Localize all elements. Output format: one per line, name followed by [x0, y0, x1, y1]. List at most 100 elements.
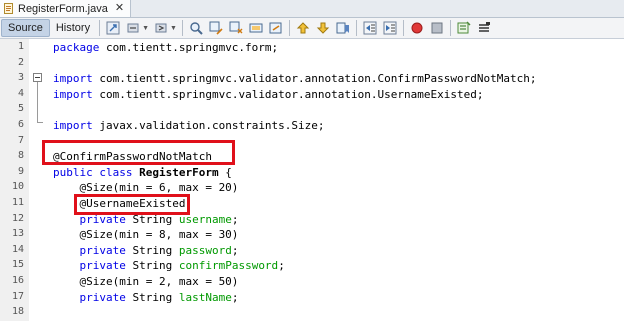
- code-token: import: [53, 118, 93, 132]
- editor-toolbar: Source History ▼ ▼: [0, 18, 624, 39]
- last-edit-icon[interactable]: [105, 20, 121, 36]
- code-text: private String confirmPassword;: [53, 258, 285, 274]
- line-number: 17: [11, 290, 24, 302]
- highlight-box-confirm-password: [42, 140, 235, 165]
- line-number: 15: [11, 259, 24, 271]
- forward-dropdown-icon[interactable]: ▼: [170, 25, 177, 32]
- toolbar-separator: [99, 20, 101, 36]
- code-token: lastName: [178, 290, 232, 304]
- shift-left-icon[interactable]: [362, 20, 378, 36]
- code-editor[interactable]: 1 package com.tientt.springmvc.form; 2 3 imp…: [0, 39, 624, 321]
- line-number: 11: [11, 196, 24, 208]
- code-line[interactable]: 14 private String password;: [0, 243, 624, 259]
- code-line[interactable]: 18: [0, 305, 624, 321]
- find-icon[interactable]: [188, 20, 204, 36]
- highlight-box-username-existed: [74, 194, 190, 215]
- comment-icon[interactable]: [456, 20, 472, 36]
- code-token: String: [125, 290, 179, 304]
- code-token: @Size(min = 8, max = 30): [53, 228, 239, 242]
- line-number: 4: [17, 87, 24, 99]
- shift-right-icon[interactable]: [382, 20, 398, 36]
- next-bookmark-icon[interactable]: [315, 20, 331, 36]
- code-token: import: [53, 72, 93, 86]
- code-line[interactable]: 1 package com.tientt.springmvc.form;: [0, 40, 624, 56]
- code-token: public: [53, 165, 93, 179]
- forward-icon[interactable]: [153, 20, 169, 36]
- find-previous-icon[interactable]: [208, 20, 224, 36]
- previous-bookmark-icon[interactable]: [295, 20, 311, 36]
- code-token: com.tientt.springmvc.validator.annotatio…: [92, 72, 537, 86]
- code-token: String: [125, 259, 179, 273]
- editor-tab-bar: RegisterForm.java ✕: [0, 0, 624, 18]
- code-token: com.tientt.springmvc.validator.annotatio…: [92, 87, 484, 101]
- find-next-icon[interactable]: [228, 20, 244, 36]
- tab-registerform-java[interactable]: RegisterForm.java ✕: [0, 0, 131, 17]
- find-selection-icon[interactable]: [248, 20, 264, 36]
- code-text: @Size(min = 8, max = 30): [53, 227, 238, 243]
- stop-macro-recording-icon[interactable]: [429, 20, 445, 36]
- line-number: 12: [11, 212, 24, 224]
- back-icon[interactable]: [125, 20, 141, 36]
- code-token: ;: [231, 212, 239, 226]
- history-mode-button[interactable]: History: [50, 19, 96, 37]
- line-number: 9: [17, 165, 24, 177]
- line-number: 6: [17, 118, 24, 130]
- code-token: com.tientt.springmvc.form;: [99, 41, 279, 54]
- line-number: 13: [11, 228, 24, 240]
- code-token: ;: [231, 243, 239, 257]
- code-token: @Size(min = 2, max = 50): [53, 274, 239, 288]
- close-tab-icon[interactable]: ✕: [115, 3, 124, 14]
- toolbar-separator: [402, 20, 404, 36]
- code-line[interactable]: 6 import javax.validation.constraints.Siz…: [0, 118, 624, 134]
- toolbar-separator: [288, 20, 290, 36]
- line-number: 10: [11, 181, 24, 193]
- code-token: private: [79, 243, 126, 257]
- line-number: 1: [17, 41, 24, 52]
- code-token: private: [79, 290, 126, 304]
- toggle-bookmark-icon[interactable]: [335, 20, 351, 36]
- java-file-icon: [4, 3, 13, 14]
- code-line[interactable]: 4 import com.tientt.springmvc.validator.a…: [0, 87, 624, 103]
- code-line[interactable]: 13 @Size(min = 8, max = 30): [0, 227, 624, 243]
- code-token: @Size(min = 6, max = 20): [53, 181, 239, 195]
- code-line[interactable]: 5: [0, 102, 624, 118]
- code-token: package: [53, 41, 100, 54]
- code-line[interactable]: 17 private String lastName;: [0, 290, 624, 306]
- code-text: import com.tientt.springmvc.validator.an…: [53, 71, 536, 87]
- code-text: private String lastName;: [53, 290, 239, 306]
- code-token: class: [99, 165, 133, 179]
- code-token: ;: [278, 259, 285, 273]
- line-number: 3: [17, 72, 24, 84]
- toolbar-separator: [449, 20, 451, 36]
- code-text: import javax.validation.constraints.Size…: [53, 118, 325, 134]
- code-text: @Size(min = 2, max = 50): [53, 274, 238, 290]
- line-number: 5: [17, 103, 24, 115]
- code-line[interactable]: 15 private String confirmPassword;: [0, 258, 624, 274]
- code-token: password: [178, 243, 232, 257]
- tab-label: RegisterForm.java: [18, 2, 108, 15]
- source-mode-button[interactable]: Source: [1, 19, 50, 37]
- line-number: 16: [11, 274, 24, 286]
- code-lines: 1 package com.tientt.springmvc.form; 2 3 imp…: [0, 40, 624, 321]
- code-line[interactable]: 9 public class RegisterForm {: [0, 165, 624, 181]
- code-line[interactable]: 16 @Size(min = 2, max = 50): [0, 274, 624, 290]
- code-token: javax.validation.constraints.Size;: [92, 118, 325, 132]
- back-dropdown-icon[interactable]: ▼: [142, 25, 149, 32]
- code-line[interactable]: 3 import com.tientt.springmvc.validator.a…: [0, 71, 624, 87]
- line-number: 8: [17, 150, 24, 162]
- code-token: {: [218, 165, 232, 179]
- code-token: confirmPassword: [178, 259, 279, 273]
- code-text: package com.tientt.springmvc.form;: [53, 40, 278, 56]
- uncomment-icon[interactable]: [476, 20, 492, 36]
- toolbar-separator: [355, 20, 357, 36]
- code-text: private String password;: [53, 243, 239, 259]
- code-token: private: [79, 259, 126, 273]
- code-token: ;: [231, 290, 239, 304]
- code-line[interactable]: 2: [0, 56, 624, 72]
- code-token: String: [125, 243, 179, 257]
- toggle-highlight-icon[interactable]: [268, 20, 284, 36]
- code-text: import com.tientt.springmvc.validator.an…: [53, 87, 483, 103]
- start-macro-recording-icon[interactable]: [409, 20, 425, 36]
